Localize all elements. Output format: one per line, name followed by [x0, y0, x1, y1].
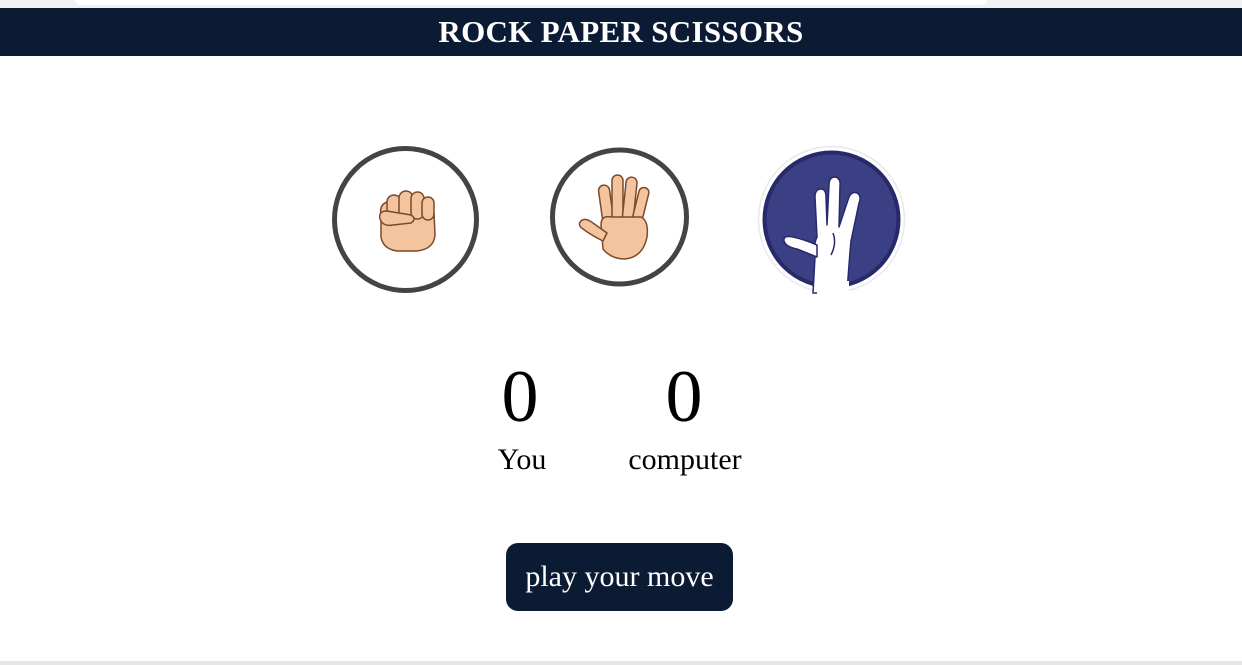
- rock-choice-button[interactable]: [331, 145, 480, 294]
- browser-address-area: [75, 0, 987, 5]
- open-hand-icon: [550, 147, 689, 287]
- spock-choice-button[interactable]: [757, 145, 906, 294]
- page-title: ROCK PAPER SCISSORS: [438, 14, 804, 49]
- page-header: ROCK PAPER SCISSORS: [0, 8, 1242, 56]
- computer-score-label: computer: [628, 443, 742, 476]
- play-move-button[interactable]: play your move: [506, 543, 733, 611]
- fist-icon: [332, 146, 479, 293]
- browser-top-strip: [0, 0, 1242, 8]
- paper-choice-button[interactable]: [545, 145, 694, 294]
- player-score: 0: [501, 356, 539, 438]
- vulcan-salute-icon: [757, 145, 906, 294]
- player-score-label: You: [497, 443, 547, 476]
- bottom-divider: [0, 661, 1242, 665]
- computer-score: 0: [665, 356, 703, 438]
